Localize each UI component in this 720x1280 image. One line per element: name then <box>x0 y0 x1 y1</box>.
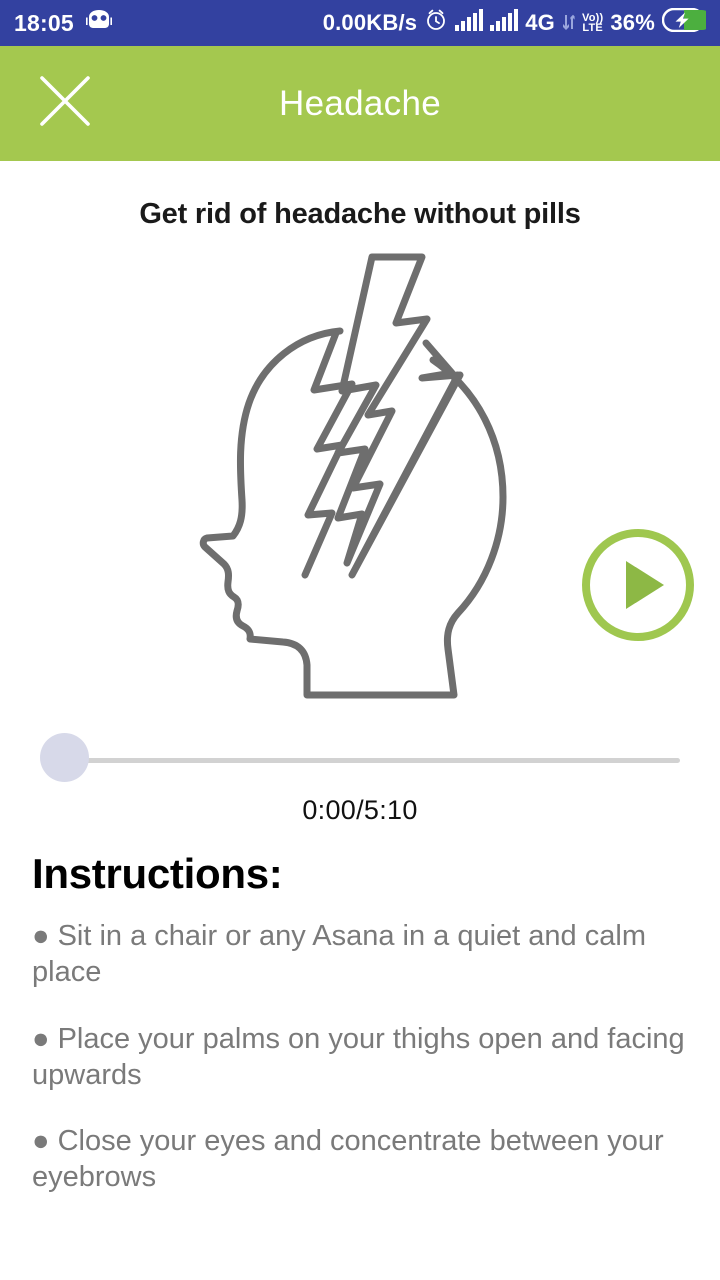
status-bar-clock: 18:05 <box>14 9 74 36</box>
list-item: ● Close your eyes and concentrate betwee… <box>32 1125 664 1194</box>
network-speed-label: 0.00KB/s <box>322 10 418 35</box>
status-bar-left: 18:05 <box>14 9 114 37</box>
seek-bar[interactable] <box>40 729 680 789</box>
volte-icon: Vo)) LTE <box>582 12 603 34</box>
battery-charging-icon <box>661 7 712 38</box>
alarm-clock-icon <box>424 8 448 38</box>
instructions-heading: Instructions: <box>32 850 283 897</box>
timecode-label: 0:00/5:10 <box>302 795 418 825</box>
list-item: ● Place your palms on your thighs open a… <box>32 1022 685 1091</box>
content-subtitle: Get rid of headache without pills <box>139 198 581 230</box>
data-transfer-icon <box>562 10 575 37</box>
battery-percent-label: 36% <box>610 10 655 35</box>
close-x-icon <box>36 72 94 135</box>
signal-bars-icon <box>455 9 484 37</box>
seek-track[interactable] <box>64 758 680 763</box>
app-screen: 18:05 0.00KB/s 4G Vo)) LTE 36% Headache … <box>0 0 720 1280</box>
close-button[interactable] <box>34 73 96 135</box>
volte-bottom-label: LTE <box>582 22 603 34</box>
seek-thumb[interactable] <box>40 733 89 782</box>
android-robot-icon <box>84 9 114 37</box>
network-type-label: 4G <box>525 10 555 35</box>
status-bar: 18:05 0.00KB/s 4G Vo)) LTE 36% <box>0 0 720 46</box>
head-with-lightning-bolt-icon <box>190 245 530 710</box>
page-title: Headache <box>279 83 441 123</box>
play-circle-icon <box>578 529 698 649</box>
instructions-list: ● Sit in a chair or any Asana in a quiet… <box>32 918 688 1196</box>
app-bar: Headache <box>0 46 720 161</box>
play-button[interactable] <box>578 525 698 645</box>
list-item: ● Sit in a chair or any Asana in a quiet… <box>32 920 646 989</box>
media-area <box>0 245 720 705</box>
signal-bars-icon <box>490 9 519 37</box>
status-bar-right: 0.00KB/s 4G Vo)) LTE 36% <box>322 7 712 38</box>
